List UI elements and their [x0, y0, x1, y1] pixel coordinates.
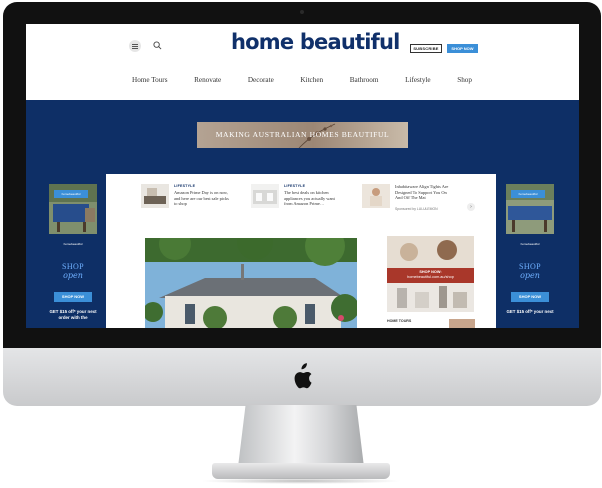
imac-stand-neck: [238, 405, 364, 467]
imac-stand-foot: [212, 463, 390, 479]
banner-text: MAKING AUSTRALIAN HOMES BEAUTIFUL: [215, 130, 390, 139]
story-thumbnail: [141, 184, 169, 208]
ad-open-word: open: [63, 271, 83, 280]
tagline-banner[interactable]: MAKING AUSTRALIAN HOMES BEAUTIFUL: [197, 122, 408, 148]
nav-item-bathroom[interactable]: Bathroom: [350, 76, 379, 88]
right-side-ad[interactable]: homebeautiful homebeautiful SHOP open SH…: [506, 184, 554, 328]
nav-item-lifestyle[interactable]: Lifestyle: [405, 76, 431, 88]
ad-shop-now-button[interactable]: SHOP NOW: [54, 292, 92, 302]
imac-mockup: home beautiful SUBSCRIBE SHOP NOW Home T…: [0, 0, 602, 488]
site-header: home beautiful SUBSCRIBE SHOP NOW: [26, 24, 579, 64]
ad-offer-text: GET $15 off* your next: [506, 309, 554, 314]
story-thumbnail: [251, 184, 279, 208]
browser-screen: home beautiful SUBSCRIBE SHOP NOW Home T…: [26, 24, 579, 328]
nav-item-home-tours[interactable]: Home Tours: [132, 76, 168, 88]
home-tours-thumbnail[interactable]: [449, 319, 475, 328]
shop-promo-ad[interactable]: SHOP NOW: homebeautiful.com.au/shop: [387, 236, 474, 312]
ad-shop-word: SHOP: [518, 262, 542, 271]
shop-now-button[interactable]: SHOP NOW: [447, 44, 478, 53]
story-card[interactable]: Inhabitaware Align Tights Are Designed T…: [362, 184, 462, 214]
story-sponsor: Sponsored by LULULEMON: [395, 207, 438, 211]
story-category: LIFESTYLE: [174, 184, 196, 188]
story-card[interactable]: LIFESTYLE Amazon Prime Day is on now, an…: [141, 184, 241, 214]
story-card[interactable]: LIFESTYLE The best deals on kitchen appl…: [251, 184, 351, 214]
site-logo[interactable]: home beautiful: [231, 30, 400, 54]
ad-tag: homebeautiful: [54, 190, 88, 198]
nav-item-kitchen[interactable]: Kitchen: [300, 76, 323, 88]
story-category: LIFESTYLE: [284, 184, 306, 188]
carousel-next-button[interactable]: ›: [467, 203, 475, 211]
story-headline: The best deals on kitchen appliances you…: [284, 190, 335, 206]
apple-logo-icon: [294, 363, 312, 389]
subscribe-button[interactable]: SUBSCRIBE: [410, 44, 442, 53]
shop-promo-label: SHOP NOW: homebeautiful.com.au/shop: [387, 268, 474, 283]
ad-open-word: open: [520, 271, 540, 280]
shop-promo-url: homebeautiful.com.au/shop: [407, 275, 454, 279]
ad-shop-now-button[interactable]: SHOP NOW: [511, 292, 549, 302]
logo-word-home: home: [231, 30, 294, 54]
ad-brand: homebeautiful: [520, 242, 540, 246]
camera-dot: [300, 10, 304, 14]
content-panel: LIFESTYLE Amazon Prime Day is on now, an…: [106, 174, 496, 328]
story-thumbnail: [362, 184, 390, 208]
story-headline: Inhabitaware Align Tights Are Designed T…: [395, 184, 449, 200]
nav-item-decorate[interactable]: Decorate: [248, 76, 274, 88]
nav-item-shop[interactable]: Shop: [457, 76, 472, 88]
home-tours-heading[interactable]: HOME TOURS: [387, 319, 411, 323]
hero-house-photo[interactable]: [145, 238, 357, 328]
story-headline: Amazon Prime Day is on now, and here are…: [174, 190, 229, 206]
ad-offer-text: GET $15 off* your next order with the: [49, 309, 97, 320]
ad-brand: homebeautiful: [63, 242, 83, 246]
nav-item-renovate[interactable]: Renovate: [194, 76, 221, 88]
logo-word-beautiful: beautiful: [299, 30, 401, 54]
ad-shop-word: SHOP: [61, 262, 85, 271]
stand-shadow: [200, 478, 402, 484]
search-icon[interactable]: [153, 41, 162, 50]
menu-icon[interactable]: [129, 40, 141, 52]
ad-tag: homebeautiful: [511, 190, 545, 198]
left-side-ad[interactable]: homebeautiful homebeautiful SHOP open SH…: [49, 184, 97, 328]
main-nav: Home Tours Renovate Decorate Kitchen Bat…: [132, 76, 472, 88]
